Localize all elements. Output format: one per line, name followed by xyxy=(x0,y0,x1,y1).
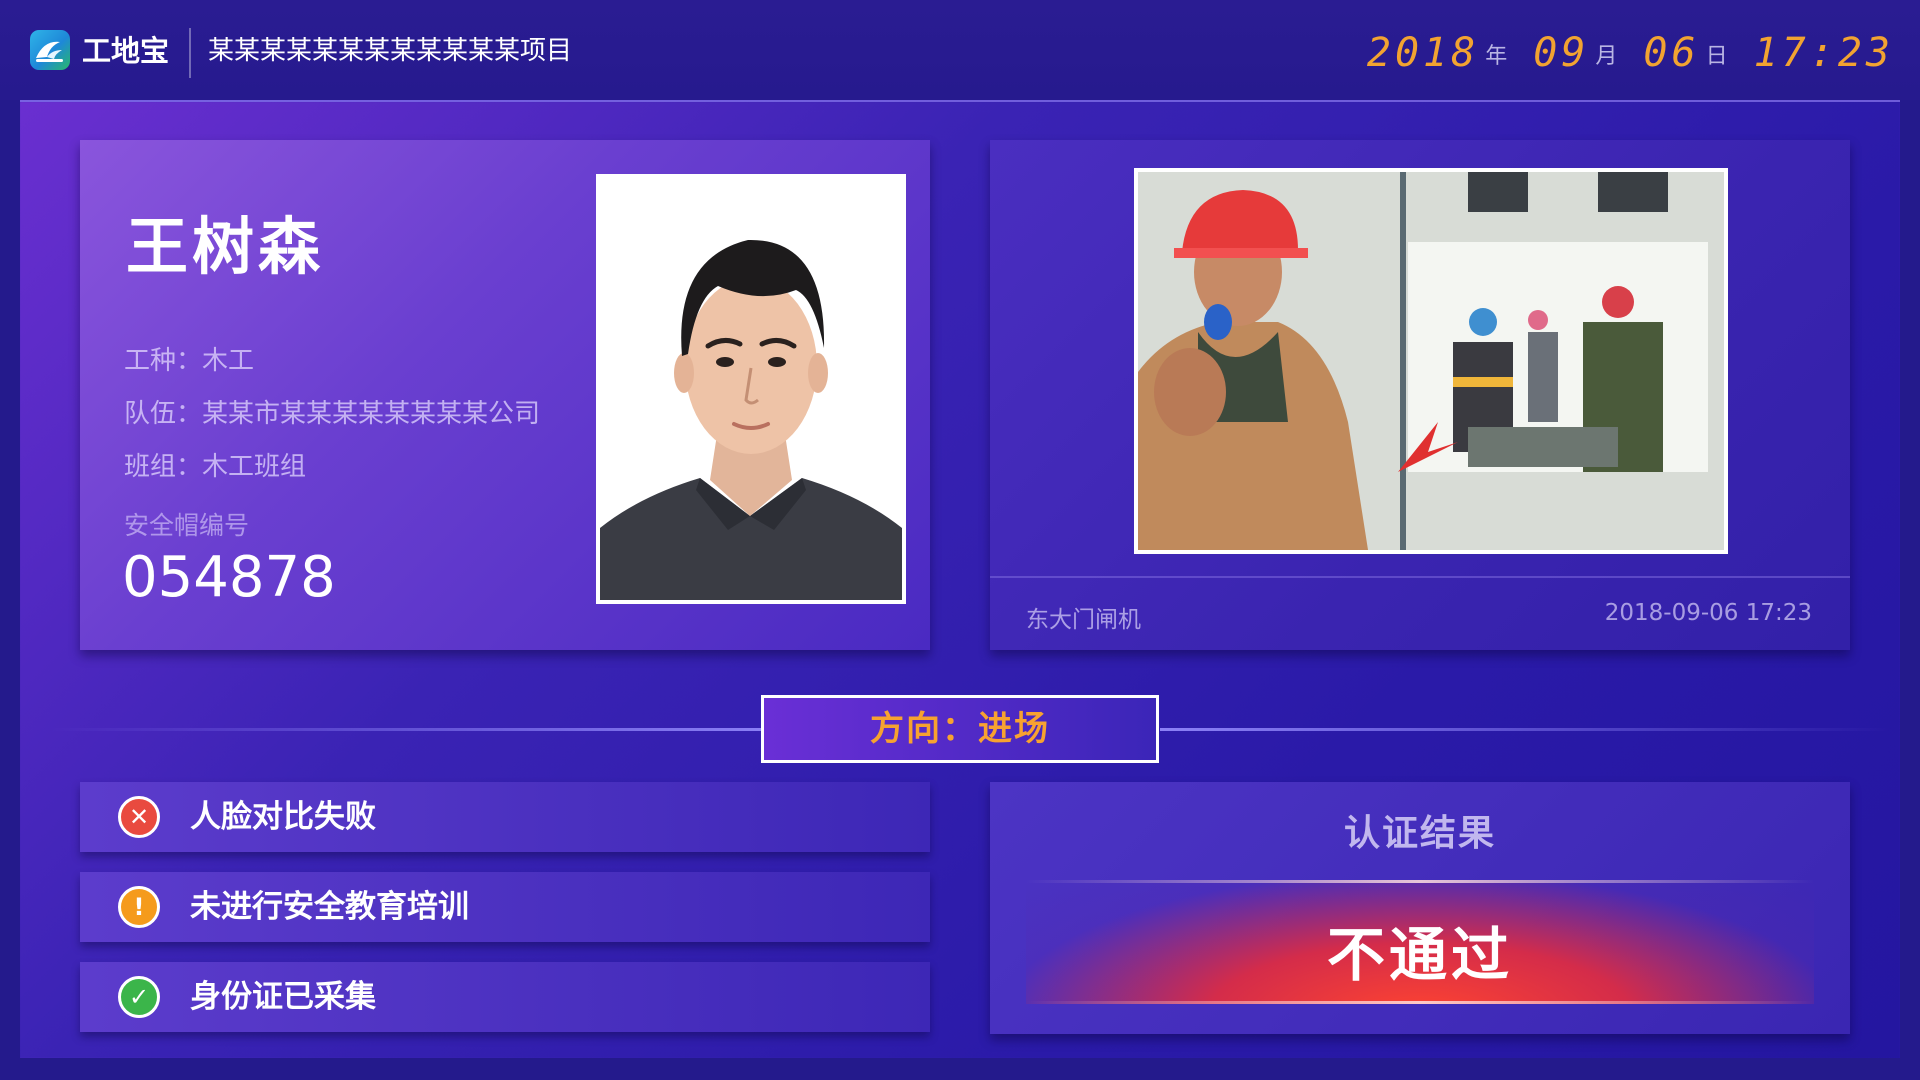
team-value: 某某市某某某某某某某某公司 xyxy=(202,399,541,429)
result-value: 不通过 xyxy=(1326,921,1513,989)
trade-label: 工种： xyxy=(124,346,203,376)
header-divider xyxy=(189,28,191,78)
group-value: 木工班组 xyxy=(202,452,307,482)
group-row: 班组：木工班组 xyxy=(124,446,306,483)
capture-time: 2018-09-06 17:23 xyxy=(1604,600,1812,626)
year-value: 2018 xyxy=(1366,30,1480,76)
helmet-number: 054878 xyxy=(122,545,336,610)
day-value: 06 xyxy=(1643,30,1700,76)
main-panel: 王树森 工种：木工 队伍：某某市某某某某某某某某公司 班组：木工班组 安全帽编号… xyxy=(20,100,1900,1058)
project-name: 某某某某某某某某某某某某项目 xyxy=(208,36,573,66)
auth-result-card: 认证结果 不通过 xyxy=(990,782,1850,1034)
check-label: 未进行安全教育培训 xyxy=(190,889,469,925)
team-row: 队伍：某某市某某某某某某某某公司 xyxy=(124,393,540,430)
group-label: 班组： xyxy=(124,452,203,482)
team-label: 队伍： xyxy=(124,399,203,429)
top-bar: 工地宝 某某某某某某某某某某某某项目 2018 年 09 月 06 日 17:2… xyxy=(0,0,1920,100)
check-item-id-card: ✓ 身份证已采集 xyxy=(80,962,930,1032)
gate-capture-photo xyxy=(1134,168,1728,554)
check-label: 身份证已采集 xyxy=(190,979,376,1015)
month-unit: 月 xyxy=(1595,44,1618,69)
direction-line-left xyxy=(50,728,780,731)
month-value: 09 xyxy=(1533,30,1590,76)
result-band: 不通过 xyxy=(1026,880,1814,1004)
trade-value: 木工 xyxy=(202,346,255,376)
day-unit: 日 xyxy=(1705,44,1728,69)
worker-id-photo xyxy=(596,174,906,604)
capture-card: 东大门闸机 2018-09-06 17:23 xyxy=(990,140,1850,650)
worker-name: 王树森 xyxy=(126,210,325,283)
helmet-number-label: 安全帽编号 xyxy=(124,511,250,540)
capture-separator xyxy=(990,576,1850,578)
app-logo-icon xyxy=(30,30,70,70)
worker-info-card: 王树森 工种：木工 队伍：某某市某某某某某某某某公司 班组：木工班组 安全帽编号… xyxy=(80,140,930,650)
trade-row: 工种：木工 xyxy=(124,340,254,377)
check-label: 人脸对比失败 xyxy=(190,799,376,835)
check-item-face-compare: ✕ 人脸对比失败 xyxy=(80,782,930,852)
exclamation-icon: ! xyxy=(118,886,160,928)
check-item-safety-training: ! 未进行安全教育培训 xyxy=(80,872,930,942)
check-icon: ✓ xyxy=(118,976,160,1018)
gate-name: 东大门闸机 xyxy=(1026,607,1141,633)
direction-badge: 方向：进场 xyxy=(761,695,1159,763)
year-unit: 年 xyxy=(1485,44,1508,69)
current-datetime: 2018 年 09 月 06 日 17:23 xyxy=(1367,24,1894,78)
close-icon: ✕ xyxy=(118,796,160,838)
time-value: 17:23 xyxy=(1753,30,1894,76)
app-name: 工地宝 xyxy=(82,34,170,68)
result-title: 认证结果 xyxy=(1343,813,1496,854)
direction-line-right xyxy=(1160,728,1890,731)
